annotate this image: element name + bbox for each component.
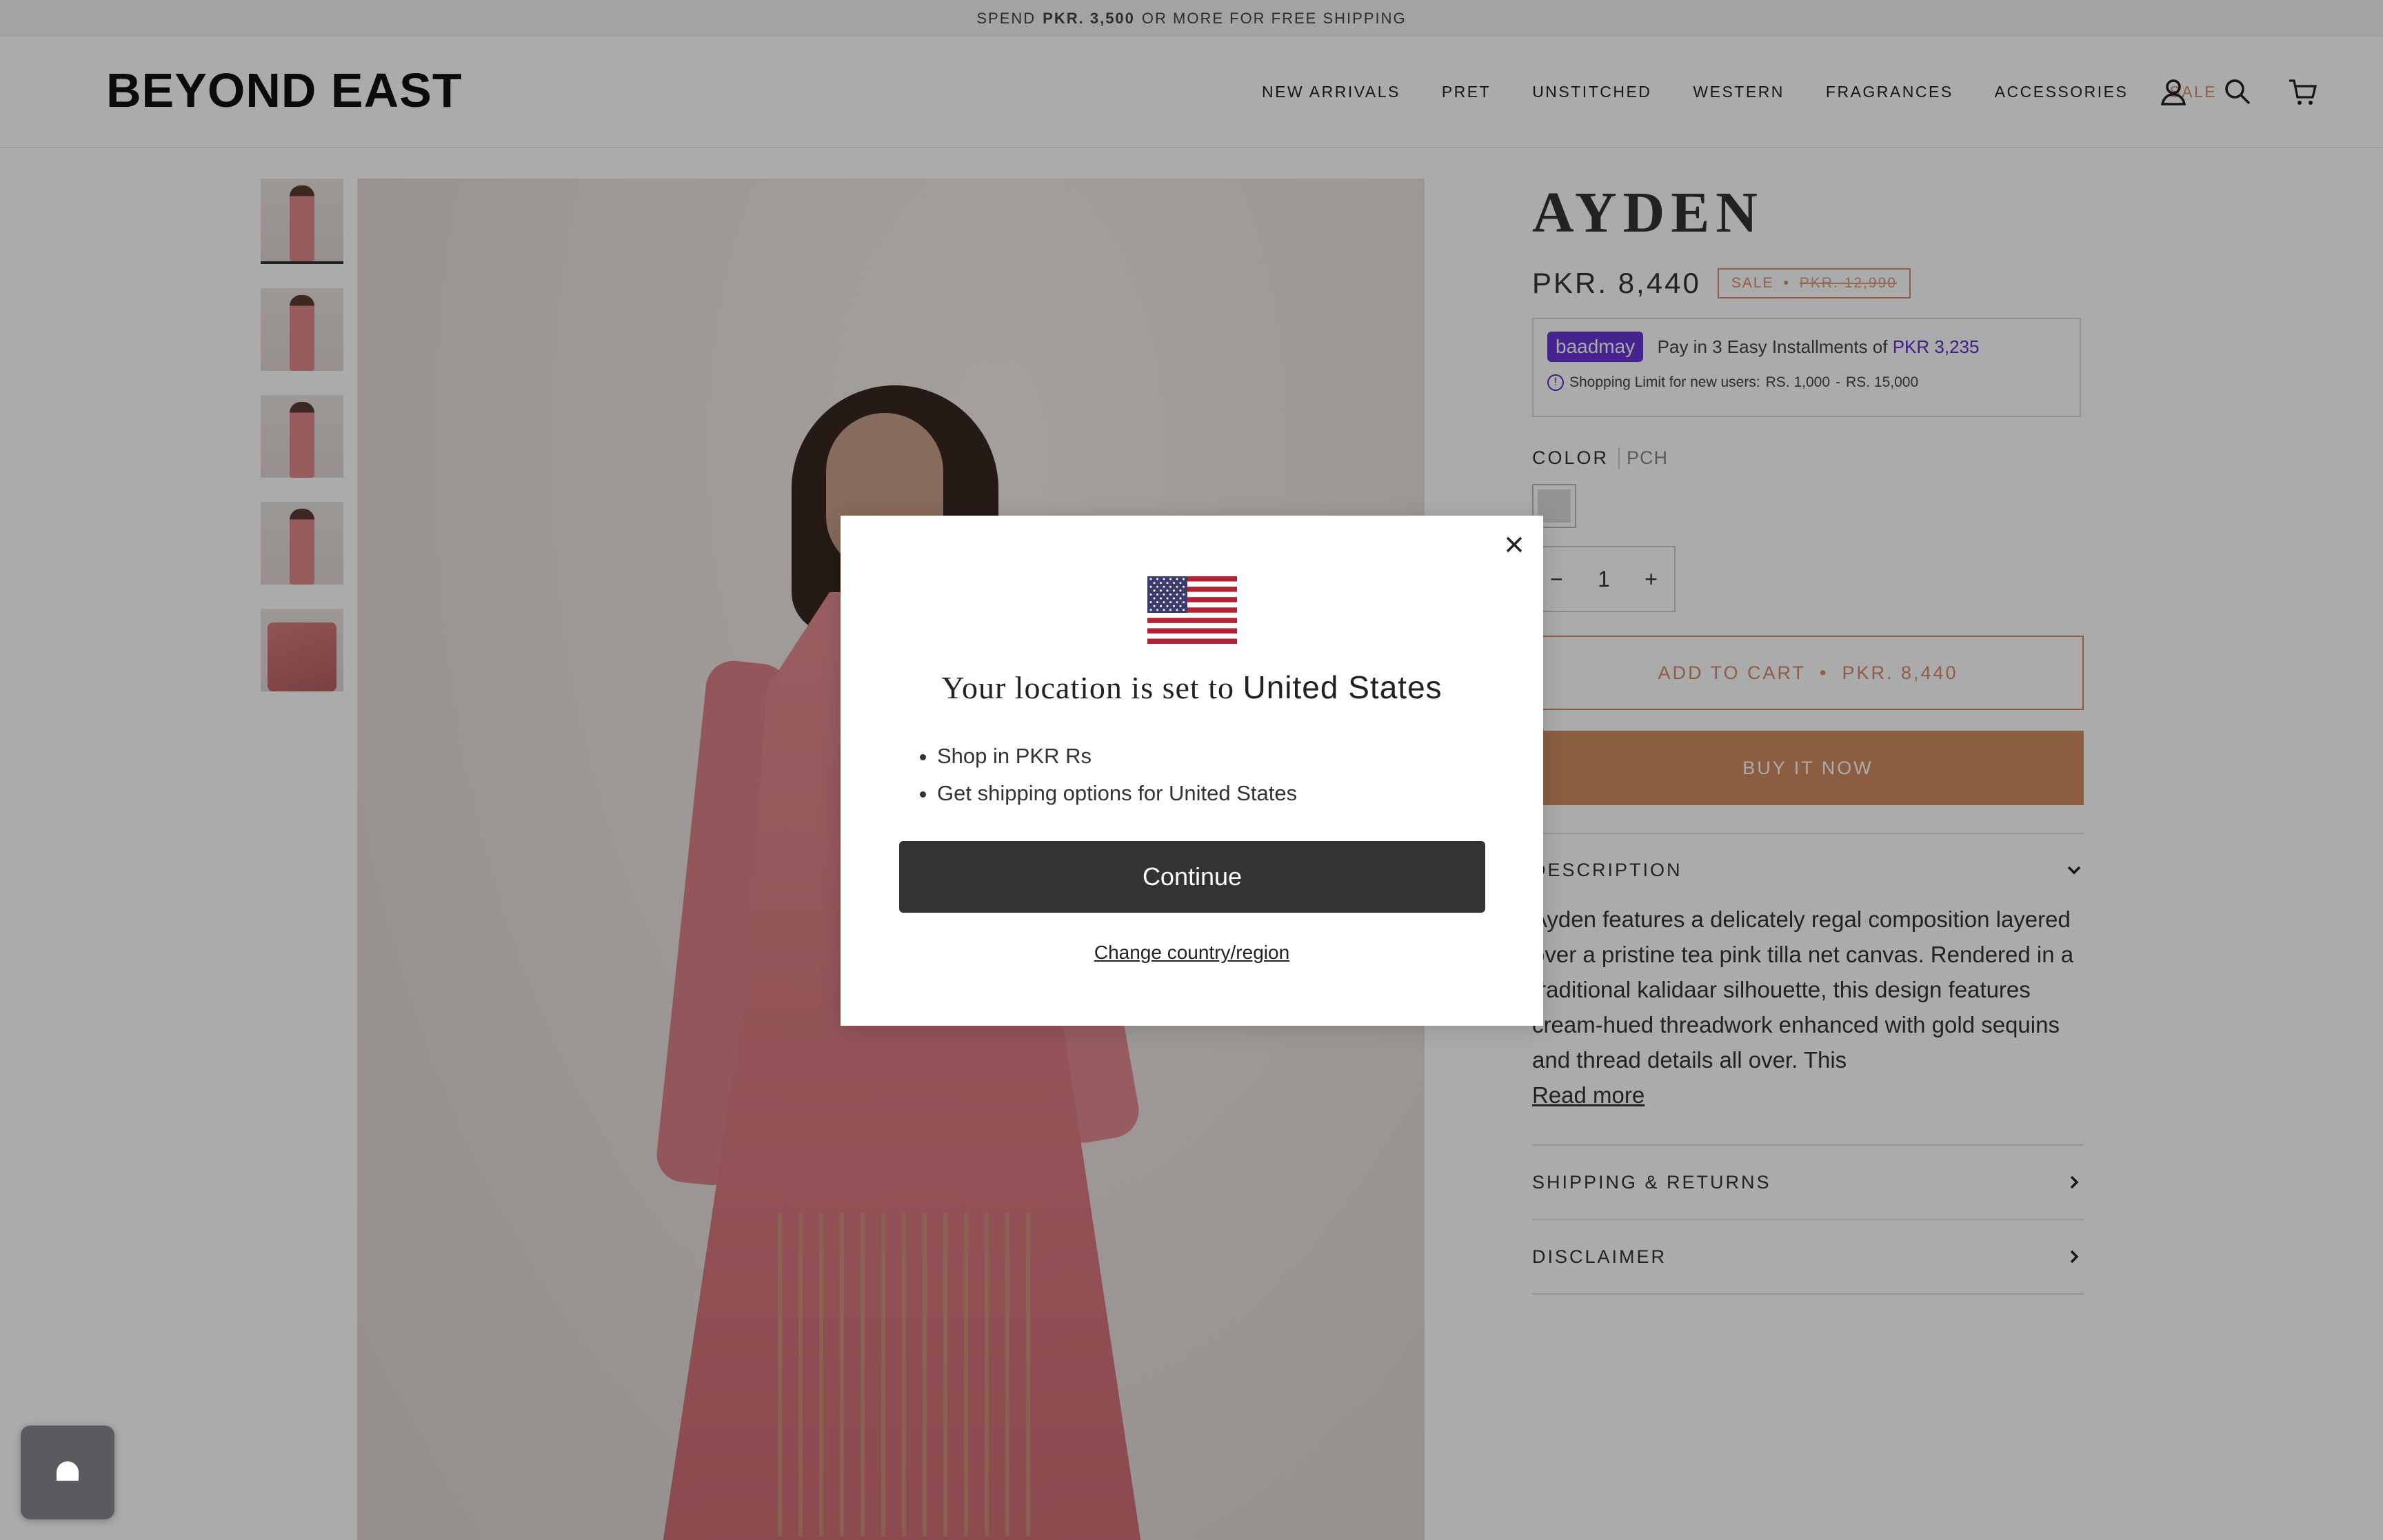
modal-title: Your location is set to United States xyxy=(841,669,1543,706)
location-modal: Your location is set to United States Sh… xyxy=(841,516,1543,1026)
modal-country: United States xyxy=(1243,669,1442,705)
chat-launcher-button[interactable] xyxy=(21,1426,114,1519)
modal-bullet: Get shipping options for United States xyxy=(937,775,1297,812)
change-country-link[interactable]: Change country/region xyxy=(841,942,1543,964)
modal-bullets: Shop in PKR Rs Get shipping options for … xyxy=(921,738,1297,812)
modal-bullet: Shop in PKR Rs xyxy=(937,738,1297,775)
modal-title-prefix: Your location is set to xyxy=(941,670,1234,705)
chat-bubble-icon xyxy=(57,1461,79,1481)
continue-button[interactable]: Continue xyxy=(899,841,1485,913)
close-icon[interactable] xyxy=(1500,531,1528,558)
us-flag-icon xyxy=(1147,576,1237,644)
